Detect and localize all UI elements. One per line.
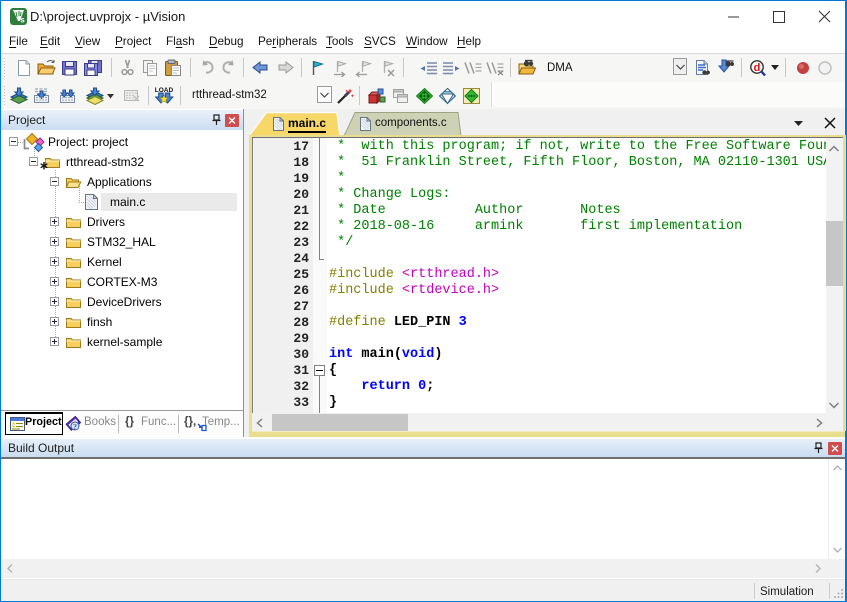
svg-text:s: s	[20, 16, 25, 25]
svg-text:d: d	[754, 62, 761, 74]
svg-text:LOAD: LOAD	[155, 87, 174, 94]
svg-text:?: ?	[73, 421, 77, 431]
